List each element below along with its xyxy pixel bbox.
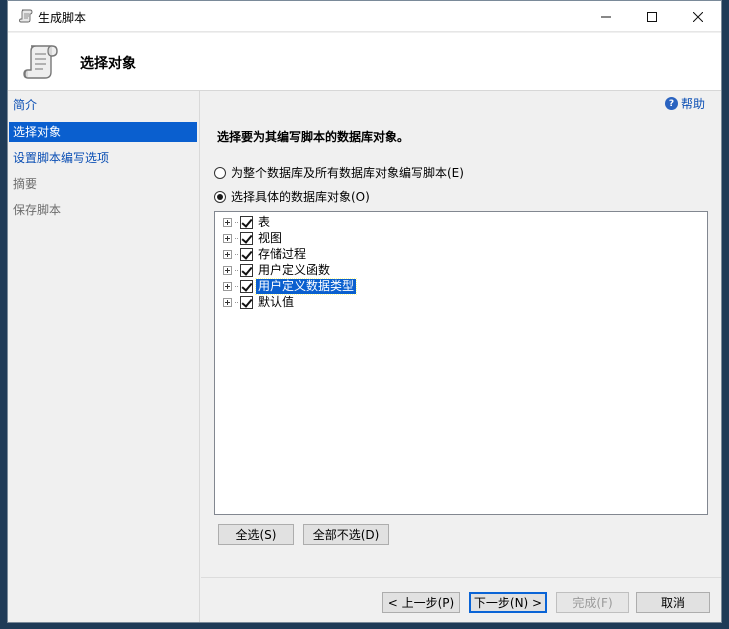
help-label: 帮助 [681, 97, 706, 111]
wizard-content: ? 帮助 选择要为其编写脚本的数据库对象。 为整个数据库及所有数据库对象编写脚本… [201, 91, 721, 576]
tree-node-selected: 用户定义数据类型 [223, 277, 358, 295]
deselect-all-button[interactable]: 全部不选(D) [303, 524, 389, 545]
radio-select-specific-objects[interactable]: 选择具体的数据库对象(O) [214, 188, 370, 205]
tree-node-checkbox[interactable] [240, 231, 253, 245]
tree-node-label[interactable]: 用户定义数据类型 [254, 277, 358, 295]
expand-plus-icon[interactable] [223, 281, 232, 291]
generate-scripts-window: 生成脚本 选择对象 简介 选择对象 设置脚本编写选项 摘要 保存脚本 ? 帮助 … [7, 0, 722, 623]
expand-plus-icon[interactable] [223, 297, 232, 307]
tree-node: 视图 [223, 230, 284, 246]
select-all-button[interactable]: 全选(S) [218, 524, 294, 545]
expand-plus-icon[interactable] [223, 217, 232, 227]
wizard-header: 选择对象 [8, 33, 721, 91]
script-scroll-icon [19, 9, 33, 23]
maximize-icon [647, 11, 657, 22]
tree-node-label[interactable]: 视图 [256, 231, 284, 246]
previous-button[interactable]: < 上一步(P) [382, 592, 460, 613]
cancel-button[interactable]: 取消 [636, 592, 710, 613]
tree-node-checkbox[interactable] [240, 279, 253, 293]
tree-node: 用户定义函数 [223, 262, 332, 278]
close-button[interactable] [675, 1, 721, 32]
tree-node: 存储过程 [223, 246, 308, 262]
tree-node: 表 [223, 214, 272, 230]
radio-button-unchecked[interactable] [214, 166, 226, 179]
minimize-icon [601, 16, 611, 17]
next-button[interactable]: 下一步(N) > [469, 592, 547, 613]
close-icon [693, 11, 703, 22]
nav-item-introduction[interactable]: 简介 [9, 95, 197, 115]
page-title: 选择对象 [80, 56, 136, 72]
wizard-nav: 简介 选择对象 设置脚本编写选项 摘要 保存脚本 [8, 91, 200, 622]
tree-node-label[interactable]: 默认值 [256, 295, 296, 310]
tree-node-checkbox[interactable] [240, 295, 253, 309]
title-bar: 生成脚本 [8, 1, 721, 32]
script-scroll-large-icon [23, 45, 58, 79]
minimize-button[interactable] [583, 1, 629, 32]
tree-node-label[interactable]: 用户定义函数 [256, 263, 332, 278]
radio-script-entire-database[interactable]: 为整个数据库及所有数据库对象编写脚本(E) [214, 164, 464, 181]
radio-button-checked[interactable] [214, 190, 226, 203]
nav-item-scripting-options[interactable]: 设置脚本编写选项 [9, 148, 197, 168]
nav-item-save-scripts: 保存脚本 [13, 203, 62, 217]
object-tree[interactable]: 表 视图 存储过程 用户定义函数 用户定义数据类型 默认值 [214, 211, 708, 515]
tree-node-checkbox[interactable] [240, 215, 253, 229]
tree-node-label[interactable]: 表 [256, 215, 272, 230]
expand-plus-icon[interactable] [223, 265, 232, 275]
nav-item-summary: 摘要 [13, 177, 38, 191]
tree-node-label[interactable]: 存储过程 [256, 247, 308, 262]
expand-plus-icon[interactable] [223, 249, 232, 259]
help-link[interactable]: ? 帮助 [665, 95, 705, 112]
tree-node: 默认值 [223, 294, 296, 310]
instruction-text: 选择要为其编写脚本的数据库对象。 [217, 130, 410, 144]
tree-node-checkbox[interactable] [240, 247, 253, 261]
help-icon: ? [665, 97, 678, 110]
expand-plus-icon[interactable] [223, 233, 232, 243]
tree-node-checkbox[interactable] [240, 263, 253, 277]
radio-label: 为整个数据库及所有数据库对象编写脚本(E) [231, 166, 464, 180]
finish-button: 完成(F) [556, 592, 629, 613]
window-title: 生成脚本 [38, 11, 87, 25]
radio-label: 选择具体的数据库对象(O) [231, 190, 370, 204]
footer-divider [201, 577, 721, 578]
maximize-button[interactable] [629, 1, 675, 32]
nav-item-choose-objects[interactable]: 选择对象 [9, 122, 197, 142]
